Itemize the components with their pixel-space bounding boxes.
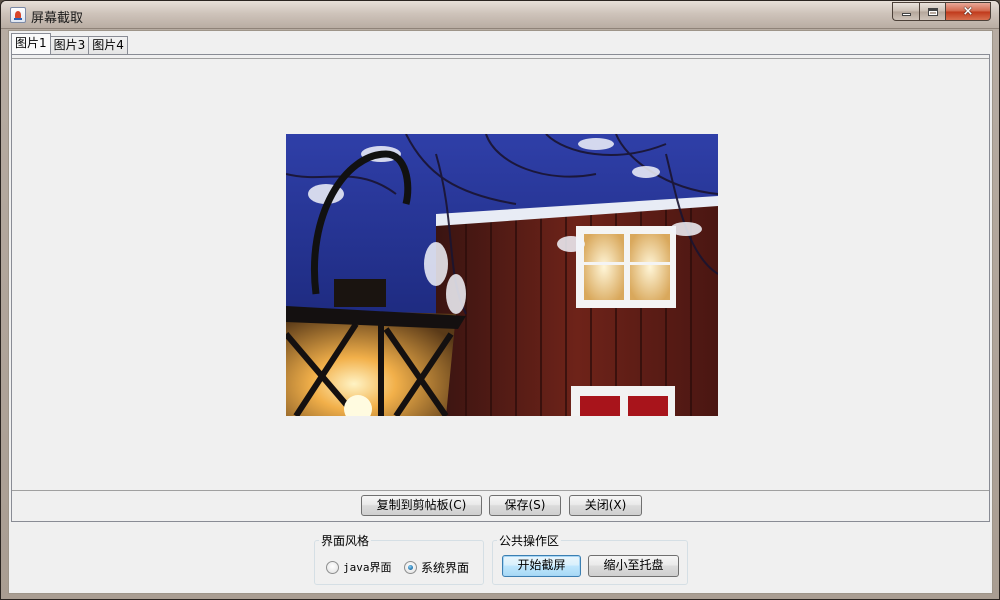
start-screenshot-button[interactable]: 开始截屏: [502, 555, 581, 577]
ui-style-group-title: 界面风格: [319, 532, 372, 549]
app-window: 屏幕截取 × 图片1 图片3 图片4 复制到剪帖板(C) 保存(S) 关闭(X)…: [0, 0, 1000, 600]
close-image-button[interactable]: 关闭(X): [569, 495, 642, 516]
common-ops-group-title: 公共操作区: [497, 532, 562, 549]
minimize-icon: [901, 13, 911, 16]
window-title: 屏幕截取: [31, 11, 84, 26]
minimize-button[interactable]: [892, 2, 919, 21]
title-bar[interactable]: 屏幕截取 ×: [1, 1, 999, 29]
close-button[interactable]: ×: [945, 2, 991, 21]
captured-screenshot-image: [286, 134, 718, 416]
radio-system-style-label: 系统界面: [421, 561, 470, 575]
radio-java-style-indicator[interactable]: [326, 560, 339, 574]
tab-panel: 复制到剪帖板(C) 保存(S) 关闭(X): [11, 54, 990, 522]
caption-buttons: ×: [892, 2, 991, 21]
tab-image-1[interactable]: 图片1: [11, 33, 51, 54]
tab-strip: 图片1 图片3 图片4: [11, 33, 128, 54]
maximize-button[interactable]: [919, 2, 945, 21]
tab-image-3[interactable]: 图片3: [49, 36, 90, 54]
copy-to-clipboard-button[interactable]: 复制到剪帖板(C): [361, 495, 482, 516]
java-app-icon[interactable]: [10, 7, 26, 23]
common-ops-group: 公共操作区 开始截屏 缩小至托盘: [492, 532, 688, 585]
radio-java-style[interactable]: java界面: [326, 559, 392, 575]
radio-java-style-label: java界面: [343, 561, 392, 574]
image-preview-area: [12, 58, 989, 491]
radio-system-style-indicator[interactable]: [404, 561, 417, 574]
image-action-bar: 复制到剪帖板(C) 保存(S) 关闭(X): [12, 495, 989, 519]
radio-system-style[interactable]: 系统界面: [404, 559, 469, 576]
client-area: 图片1 图片3 图片4 复制到剪帖板(C) 保存(S) 关闭(X) 界面风格 j…: [8, 30, 993, 594]
save-button[interactable]: 保存(S): [489, 495, 561, 516]
ui-style-group: 界面风格 java界面 系统界面: [314, 532, 484, 585]
tab-image-4[interactable]: 图片4: [88, 36, 128, 54]
minimize-to-tray-button[interactable]: 缩小至托盘: [588, 555, 679, 577]
close-icon: ×: [962, 4, 974, 19]
maximize-icon: [927, 7, 938, 16]
